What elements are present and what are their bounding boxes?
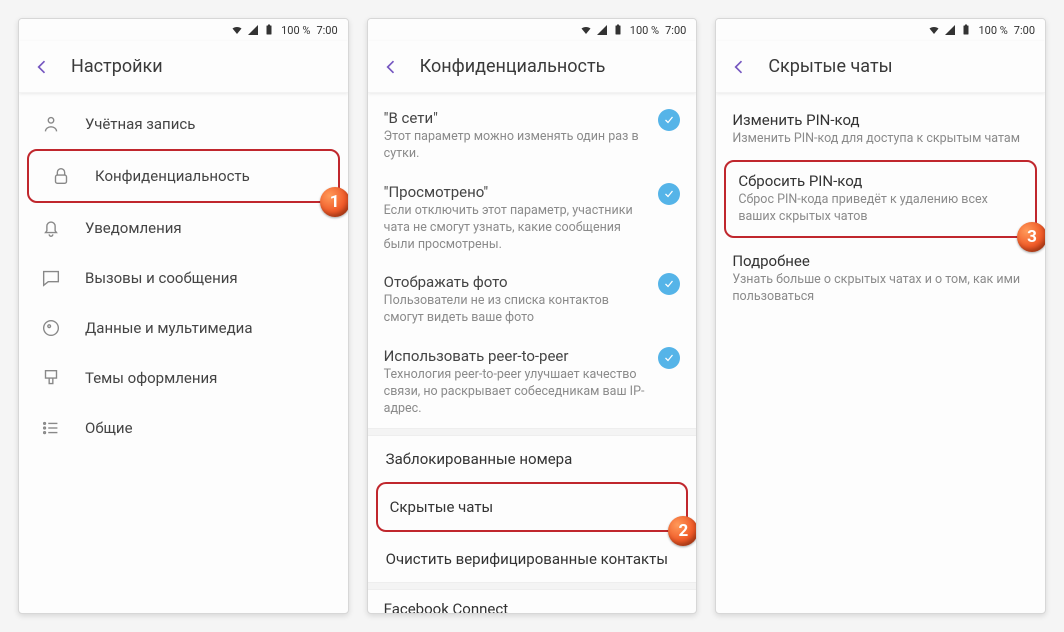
status-time: 7:00 (316, 24, 337, 37)
hidden-more-sub: Узнать больше о скрытых чатах и о том, к… (732, 272, 1029, 306)
settings-media[interactable]: Данные и мультимедиа (19, 303, 348, 353)
hidden-reset-title: Сбросить PIN-код (738, 172, 1023, 190)
arrow-left-icon (32, 57, 52, 77)
hidden-change-pin[interactable]: Изменить PIN-код Изменить PIN-код для до… (716, 99, 1045, 160)
checkmark-icon[interactable] (658, 183, 680, 205)
privacy-photo-sub: Пользователи не из списка контактов смог… (384, 293, 651, 327)
privacy-online-title: "В сети" (384, 109, 651, 127)
privacy-fb-title: Facebook Connect (384, 600, 681, 614)
arrow-left-icon (381, 57, 401, 77)
app-bar: Настройки (19, 41, 348, 93)
privacy-clear-verified[interactable]: Очистить верифицированные контакты (368, 532, 697, 582)
settings-privacy-label: Конфиденциальность (95, 167, 250, 185)
privacy-hidden-chats[interactable]: Скрытые чаты 2 (376, 482, 689, 532)
privacy-blocked[interactable]: Заблокированные номера (368, 436, 697, 482)
hidden-reset-sub: Сброс PIN-кода приведёт к удалению всех … (738, 192, 1023, 226)
signal-icon (944, 24, 956, 36)
privacy-seen-sub: Если отключить этот параметр, участники … (384, 203, 651, 254)
media-icon (40, 317, 62, 339)
step-badge-3: 3 (1017, 222, 1046, 252)
privacy-p2p-sub: Технология peer-to-peer улучшает качеств… (384, 367, 651, 418)
hidden-reset-pin[interactable]: Сбросить PIN-код Сброс PIN-кода приведёт… (724, 160, 1037, 238)
page-title: Конфиденциальность (420, 56, 606, 77)
status-bar: 100 % 7:00 (19, 19, 348, 41)
section-divider (368, 428, 697, 436)
list-icon (40, 417, 62, 439)
checkmark-icon[interactable] (658, 347, 680, 369)
settings-themes[interactable]: Темы оформления (19, 353, 348, 403)
hidden-change-title: Изменить PIN-код (732, 111, 1029, 129)
back-button[interactable] (380, 56, 402, 78)
lock-icon (50, 165, 72, 187)
status-bar: 100 % 7:00 (368, 19, 697, 41)
hidden-more[interactable]: Подробнее Узнать больше о скрытых чатах … (716, 238, 1045, 320)
battery-percent: 100 % (978, 24, 1007, 37)
wifi-icon (231, 24, 243, 36)
battery-icon (960, 24, 972, 36)
settings-media-label: Данные и мультимедиа (85, 319, 252, 337)
page-title: Настройки (71, 56, 163, 77)
privacy-seen[interactable]: "Просмотрено" Если отключить этот параме… (368, 173, 697, 264)
screen-hidden-chats: 100 % 7:00 Скрытые чаты Изменить PIN-код… (715, 18, 1046, 614)
app-bar: Конфиденциальность (368, 41, 697, 93)
arrow-left-icon (729, 57, 749, 77)
back-button[interactable] (31, 56, 53, 78)
privacy-seen-title: "Просмотрено" (384, 183, 651, 201)
checkmark-icon[interactable] (658, 273, 680, 295)
battery-percent: 100 % (630, 24, 659, 37)
battery-icon (612, 24, 624, 36)
app-bar: Скрытые чаты (716, 41, 1045, 93)
privacy-photo[interactable]: Отображать фото Пользователи не из списк… (368, 263, 697, 337)
privacy-online[interactable]: "В сети" Этот параметр можно изменять од… (368, 99, 697, 173)
screen-settings: 100 % 7:00 Настройки Учётная запись Конф… (18, 18, 349, 614)
privacy-blocked-label: Заблокированные номера (386, 450, 679, 468)
settings-calls-label: Вызовы и сообщения (85, 269, 238, 287)
signal-icon (247, 24, 259, 36)
screen-privacy: 100 % 7:00 Конфиденциальность "В сети" Э… (367, 18, 698, 614)
privacy-list: "В сети" Этот параметр можно изменять од… (368, 93, 697, 614)
section-divider (368, 582, 697, 590)
status-time: 7:00 (1014, 24, 1035, 37)
battery-icon (263, 24, 275, 36)
privacy-clear-label: Очистить верифицированные контакты (386, 550, 679, 568)
privacy-photo-title: Отображать фото (384, 273, 651, 291)
settings-account-label: Учётная запись (85, 115, 195, 133)
checkmark-icon[interactable] (658, 109, 680, 131)
settings-notifications[interactable]: Уведомления (19, 203, 348, 253)
bell-icon (40, 217, 62, 239)
settings-calls[interactable]: Вызовы и сообщения (19, 253, 348, 303)
hidden-change-sub: Изменить PIN-код для доступа к скрытым ч… (732, 131, 1029, 148)
step-badge-1: 1 (320, 187, 349, 217)
status-time: 7:00 (665, 24, 686, 37)
hidden-more-title: Подробнее (732, 252, 1029, 270)
settings-list: Учётная запись Конфиденциальность 1 Увед… (19, 93, 348, 453)
brush-icon (40, 367, 62, 389)
settings-general-label: Общие (85, 419, 133, 437)
settings-themes-label: Темы оформления (85, 369, 217, 387)
settings-general[interactable]: Общие (19, 403, 348, 453)
page-title: Скрытые чаты (768, 56, 892, 77)
chat-icon (40, 267, 62, 289)
privacy-online-sub: Этот параметр можно изменять один раз в … (384, 129, 651, 163)
status-bar: 100 % 7:00 (716, 19, 1045, 41)
privacy-p2p[interactable]: Использовать peer-to-peer Технология pee… (368, 337, 697, 428)
wifi-icon (580, 24, 592, 36)
back-button[interactable] (728, 56, 750, 78)
step-badge-2: 2 (668, 516, 697, 546)
hidden-chats-list: Изменить PIN-код Изменить PIN-код для до… (716, 93, 1045, 319)
settings-privacy[interactable]: Конфиденциальность 1 (27, 149, 340, 203)
privacy-facebook[interactable]: Facebook Connect Нажмите для подключения… (368, 590, 697, 614)
privacy-p2p-title: Использовать peer-to-peer (384, 347, 651, 365)
settings-account[interactable]: Учётная запись (19, 99, 348, 149)
settings-notifications-label: Уведомления (85, 219, 182, 237)
privacy-hidden-label: Скрытые чаты (390, 498, 675, 516)
user-icon (40, 113, 62, 135)
battery-percent: 100 % (281, 24, 310, 37)
signal-icon (596, 24, 608, 36)
wifi-icon (928, 24, 940, 36)
